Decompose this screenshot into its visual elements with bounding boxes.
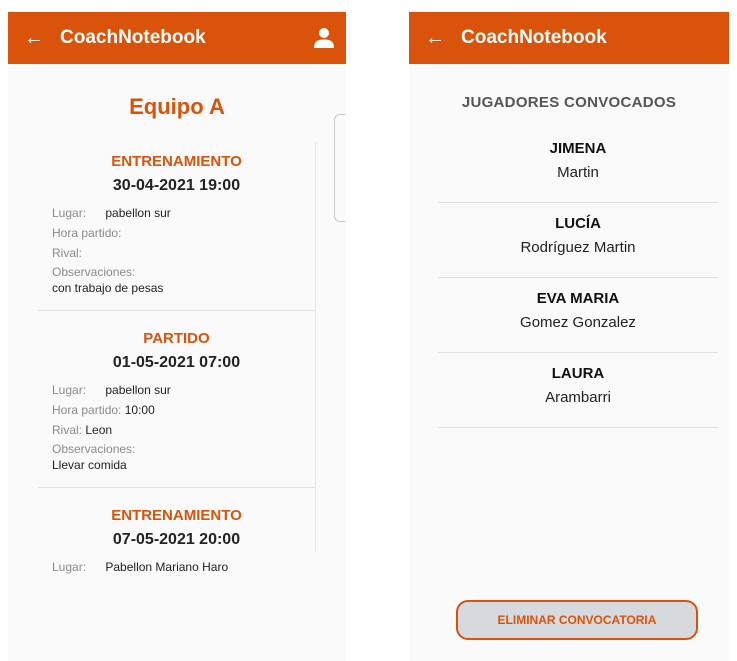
event-card[interactable]: PARTIDO 01-05-2021 07:00 Lugar: pabellon… — [38, 311, 315, 488]
place-label: Lugar: — [52, 206, 87, 220]
event-card[interactable]: ENTRENAMIENTO 30-04-2021 19:00 Lugar: pa… — [38, 152, 315, 311]
app-bar: ← CoachNotebook — [409, 12, 729, 64]
right-screen: ← CoachNotebook JUGADORES CONVOCADOS JIM… — [409, 12, 729, 661]
called-players-title: JUGADORES CONVOCADOS — [461, 94, 677, 111]
app-title: CoachNotebook — [461, 27, 607, 48]
event-place-row: Lugar: pabellon sur — [38, 203, 315, 223]
player-last-name: Rodríguez Martin — [520, 239, 636, 256]
list-edge-divider — [315, 142, 316, 552]
place-value: pabellon sur — [105, 383, 171, 397]
place-value: Pabellon Mariano Haro — [105, 560, 229, 574]
notes-value: con trabajo de pesas — [52, 281, 164, 295]
event-card[interactable]: ENTRENAMIENTO 07-05-2021 20:00 Lugar: Pa… — [38, 488, 315, 591]
events-list[interactable]: ENTRENAMIENTO 30-04-2021 19:00 Lugar: pa… — [38, 152, 315, 591]
match-time-label: Hora partido: — [52, 226, 122, 240]
notes-label: Observaciones: — [52, 265, 136, 279]
event-type: ENTRENAMIENTO — [111, 507, 242, 524]
left-screen: ← CoachNotebook Equipo A ENTRENAMIENTO 3… — [8, 12, 346, 661]
player-item[interactable]: LAURA Arambarri — [438, 353, 718, 428]
player-first-name: LAURA — [551, 365, 605, 382]
place-label: Lugar: — [52, 560, 87, 574]
delete-callup-button[interactable]: ELIMINAR CONVOCATORIA — [456, 600, 698, 640]
event-place-row: Lugar: Pabellon Mariano Haro — [38, 557, 315, 577]
players-list: JIMENA Martin LUCÍA Rodríguez Martin EVA… — [438, 128, 718, 428]
event-date: 07-05-2021 20:00 — [112, 531, 241, 548]
notes-label: Observaciones: — [52, 442, 136, 456]
player-last-name: Martin — [557, 164, 599, 181]
place-label: Lugar: — [52, 383, 87, 397]
player-first-name: EVA MARIA — [536, 290, 620, 307]
user-profile-icon[interactable] — [302, 12, 346, 64]
rival-label: Rival: — [52, 246, 83, 260]
player-item[interactable]: JIMENA Martin — [438, 128, 718, 203]
back-arrow-icon[interactable]: ← — [8, 12, 60, 64]
event-match-time-row: Hora partido: 10:00 — [38, 400, 315, 420]
back-arrow-icon[interactable]: ← — [409, 12, 461, 64]
team-title: Equipo A — [129, 94, 225, 119]
event-rival-row: Rival: — [38, 243, 315, 263]
event-match-time-row: Hora partido: — [38, 223, 315, 243]
notes-value: Llevar comida — [52, 458, 127, 472]
event-type: ENTRENAMIENTO — [111, 153, 242, 170]
app-bar: ← CoachNotebook — [8, 12, 346, 64]
match-time-label: Hora partido: — [52, 403, 122, 417]
place-value: pabellon sur — [105, 206, 171, 220]
rival-label: Rival: — [52, 423, 83, 437]
player-last-name: Gomez Gonzalez — [520, 314, 636, 331]
rival-value: Leon — [85, 423, 113, 437]
player-item[interactable]: LUCÍA Rodríguez Martin — [438, 203, 718, 278]
player-last-name: Arambarri — [545, 389, 611, 406]
event-date: 01-05-2021 07:00 — [112, 354, 241, 371]
scroll-indicator[interactable] — [334, 114, 345, 222]
player-first-name: JIMENA — [549, 140, 607, 157]
event-date: 30-04-2021 19:00 — [112, 177, 241, 194]
app-title: CoachNotebook — [60, 27, 206, 48]
match-time-value: 10:00 — [124, 403, 155, 417]
event-type: PARTIDO — [143, 330, 210, 347]
player-first-name: LUCÍA — [555, 215, 601, 232]
player-item[interactable]: EVA MARIA Gomez Gonzalez — [438, 278, 718, 353]
event-place-row: Lugar: pabellon sur — [38, 380, 315, 400]
event-rival-row: Rival: Leon — [38, 420, 315, 440]
